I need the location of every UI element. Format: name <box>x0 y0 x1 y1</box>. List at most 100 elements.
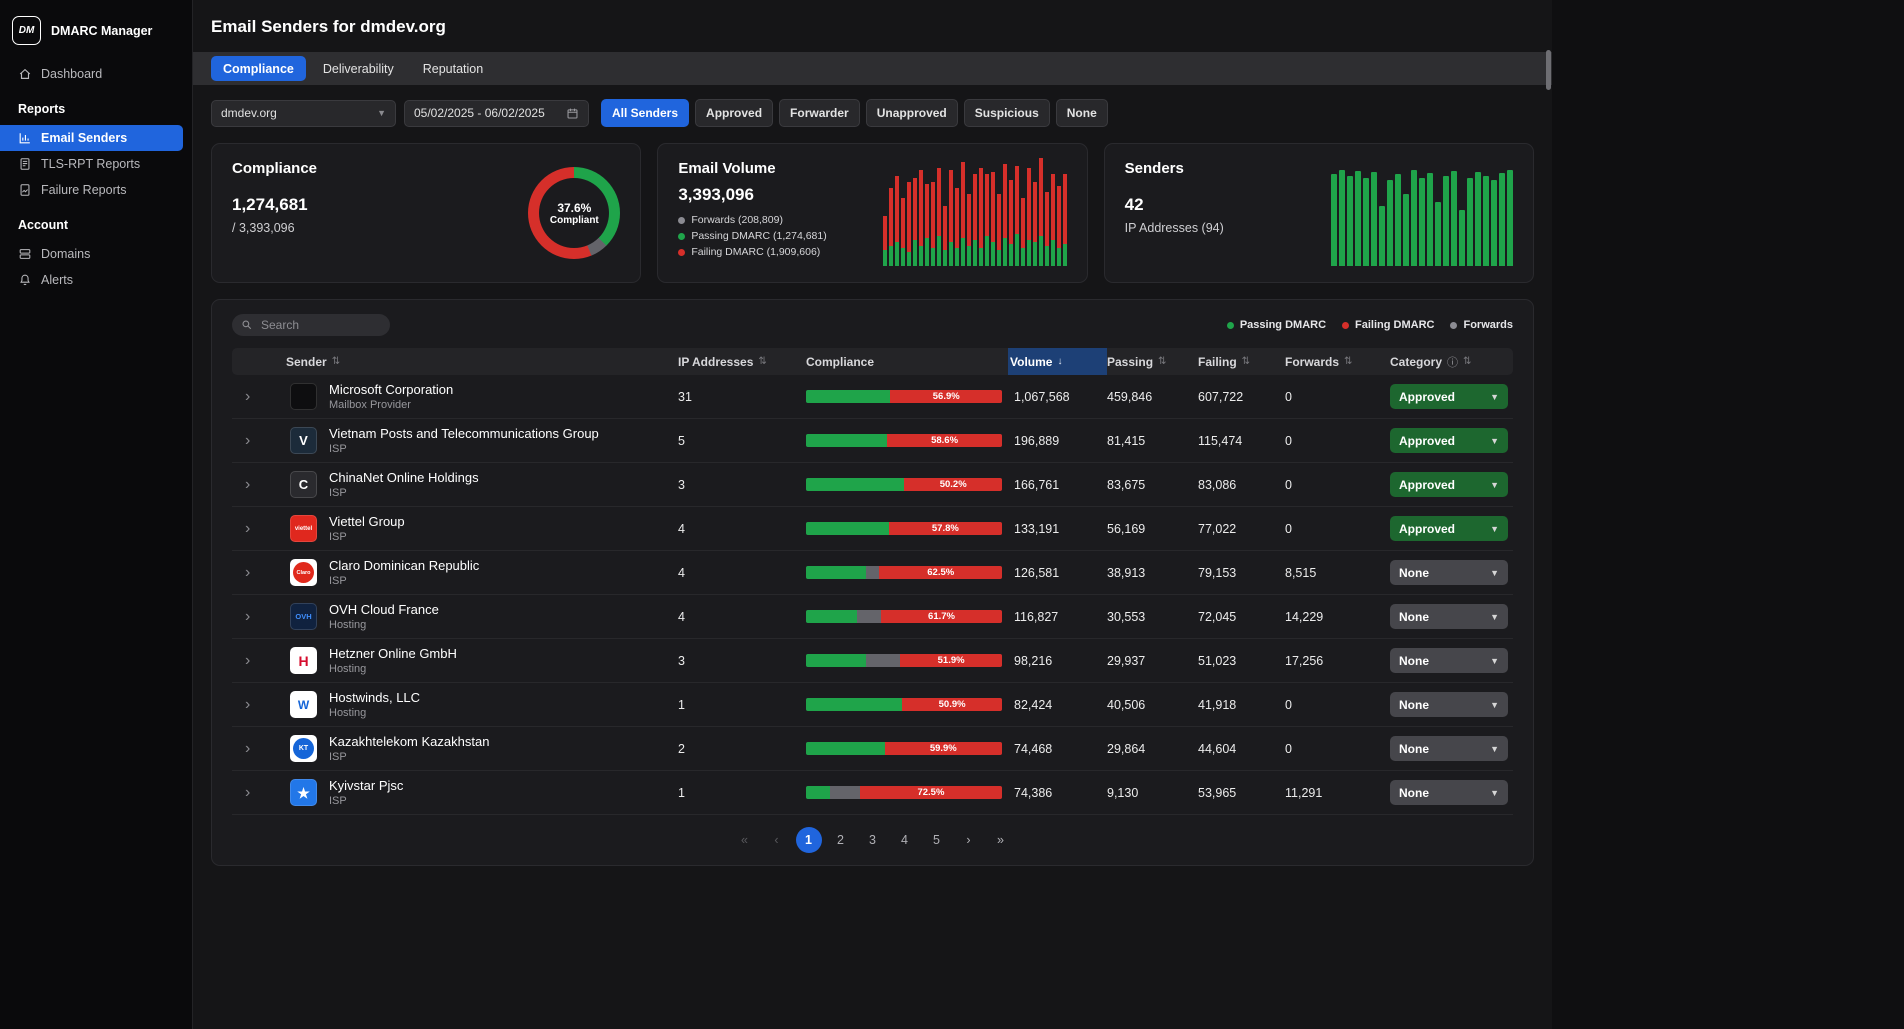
senders-bar <box>1395 174 1401 266</box>
row-expander-icon[interactable]: › <box>232 477 278 493</box>
failing-value: 72,045 <box>1198 610 1285 624</box>
sort-icon: ⇅ <box>332 356 340 367</box>
brand: DM DMARC Manager <box>0 14 192 61</box>
sender-name: Kazakhtelekom Kazakhstan <box>329 734 489 749</box>
col-failing-label: Failing <box>1198 355 1237 369</box>
row-expander-icon[interactable]: › <box>232 697 278 713</box>
pagination-page-1[interactable]: 1 <box>796 827 822 853</box>
col-failing[interactable]: Failing⇅ <box>1198 355 1285 369</box>
filter-chip-none[interactable]: None <box>1056 99 1108 127</box>
row-expander-icon[interactable]: › <box>232 389 278 405</box>
scrollbar-thumb[interactable] <box>1546 50 1551 90</box>
category-select[interactable]: Approved▼ <box>1390 472 1508 497</box>
pagination-next[interactable]: › <box>956 827 982 853</box>
table-row[interactable]: ›HHetzner Online GmbHHosting351.9%98,216… <box>232 639 1513 683</box>
col-sender[interactable]: Sender⇅ <box>278 355 678 369</box>
category-cell: None▼ <box>1390 692 1513 717</box>
category-select[interactable]: None▼ <box>1390 736 1508 761</box>
table-row[interactable]: ›CChinaNet Online HoldingsISP350.2%166,7… <box>232 463 1513 507</box>
category-cell: Approved▼ <box>1390 428 1513 453</box>
table-row[interactable]: ›KTKazakhtelekom KazakhstanISP259.9%74,4… <box>232 727 1513 771</box>
row-expander-icon[interactable]: › <box>232 785 278 801</box>
search-box[interactable] <box>232 314 390 336</box>
table-row[interactable]: ›VVietnam Posts and Telecommunications G… <box>232 419 1513 463</box>
sender-type: ISP <box>329 751 489 763</box>
compliance-card-title: Compliance <box>232 160 317 177</box>
row-expander-icon[interactable]: › <box>232 521 278 537</box>
sidebar-item-domains[interactable]: Domains <box>0 241 192 267</box>
row-expander-icon[interactable]: › <box>232 433 278 449</box>
search-input[interactable] <box>259 317 375 333</box>
filter-chip-unapproved[interactable]: Unapproved <box>866 99 958 127</box>
pagination-prev[interactable]: ‹ <box>764 827 790 853</box>
filter-chip-forwarder[interactable]: Forwarder <box>779 99 860 127</box>
chevron-down-icon: ▼ <box>1490 612 1499 622</box>
senders-value: 42 <box>1125 195 1224 215</box>
category-cell: Approved▼ <box>1390 384 1513 409</box>
tab-deliverability[interactable]: Deliverability <box>311 56 406 81</box>
sidebar-item-dashboard[interactable]: Dashboard <box>0 61 192 87</box>
table-row[interactable]: ›viettelViettel GroupISP457.8%133,19156,… <box>232 507 1513 551</box>
category-select[interactable]: Approved▼ <box>1390 516 1508 541</box>
table-row[interactable]: ›OVHOVH Cloud FranceHosting461.7%116,827… <box>232 595 1513 639</box>
category-select[interactable]: None▼ <box>1390 560 1508 585</box>
compliance-cell: 58.6% <box>806 434 1014 447</box>
pagination-first[interactable]: « <box>732 827 758 853</box>
sidebar-item-failure-reports[interactable]: Failure Reports <box>0 177 192 203</box>
sender-logo: W <box>290 691 317 718</box>
pagination-page-4[interactable]: 4 <box>892 827 918 853</box>
col-category[interactable]: Categoryⓘ⇅ <box>1390 354 1513 370</box>
filter-chip-approved[interactable]: Approved <box>695 99 773 127</box>
tab-compliance[interactable]: Compliance <box>211 56 306 81</box>
row-expander-icon[interactable]: › <box>232 741 278 757</box>
pagination-page-5[interactable]: 5 <box>924 827 950 853</box>
pagination-page-2[interactable]: 2 <box>828 827 854 853</box>
sidebar-item-tls-rpt-reports[interactable]: TLS-RPT Reports <box>0 151 192 177</box>
table-row[interactable]: ›ClaroClaro Dominican RepublicISP462.5%1… <box>232 551 1513 595</box>
pagination-last[interactable]: » <box>988 827 1014 853</box>
date-range-input[interactable]: 05/02/2025 - 06/02/2025 <box>404 100 589 127</box>
sender-cell: ★Kyivstar PjscISP <box>278 778 678 807</box>
sender-type: ISP <box>329 795 403 807</box>
domain-select-value: dmdev.org <box>221 106 277 120</box>
sidebar-item-email-senders[interactable]: Email Senders <box>0 125 183 151</box>
filter-chip-all-senders[interactable]: All Senders <box>601 99 689 127</box>
col-volume[interactable]: Volume↓ <box>1008 348 1107 375</box>
domain-select[interactable]: dmdev.org ▼ <box>211 100 396 127</box>
ip-count: 1 <box>678 698 806 712</box>
table-row[interactable]: ›★Kyivstar PjscISP172.5%74,3869,13053,96… <box>232 771 1513 815</box>
row-expander-icon[interactable]: › <box>232 609 278 625</box>
table-row[interactable]: ›Microsoft CorporationMailbox Provider31… <box>232 375 1513 419</box>
row-expander-icon[interactable]: › <box>232 653 278 669</box>
category-select[interactable]: None▼ <box>1390 604 1508 629</box>
row-expander-icon[interactable]: › <box>232 565 278 581</box>
chevron-down-icon: ▼ <box>1490 744 1499 754</box>
tab-reputation[interactable]: Reputation <box>411 56 495 81</box>
forwards-value: 0 <box>1285 742 1390 756</box>
pagination-page-3[interactable]: 3 <box>860 827 886 853</box>
passing-value: 30,553 <box>1107 610 1198 624</box>
category-select[interactable]: None▼ <box>1390 648 1508 673</box>
compliance-card: Compliance 1,274,681 / 3,393,096 37.6% C… <box>211 143 641 283</box>
sidebar-item-alerts[interactable]: Alerts <box>0 267 192 293</box>
forwards-value: 0 <box>1285 390 1390 404</box>
category-select[interactable]: None▼ <box>1390 692 1508 717</box>
filter-chip-suspicious[interactable]: Suspicious <box>964 99 1050 127</box>
senders-card-title: Senders <box>1125 160 1224 177</box>
compliance-bar: 56.9% <box>806 390 1002 403</box>
col-ip-addresses[interactable]: IP Addresses⇅ <box>678 355 806 369</box>
col-compliance[interactable]: Compliance <box>806 355 1014 369</box>
failing-percent-label: 51.9% <box>938 655 965 666</box>
category-select[interactable]: Approved▼ <box>1390 384 1508 409</box>
chevron-down-icon: ▼ <box>1490 480 1499 490</box>
chevron-down-icon: ▼ <box>377 108 386 118</box>
compliance-bar-segment <box>806 610 857 623</box>
col-passing[interactable]: Passing⇅ <box>1107 355 1198 369</box>
table-row[interactable]: ›WHostwinds, LLCHosting150.9%82,42440,50… <box>232 683 1513 727</box>
volume-value: 98,216 <box>1014 654 1107 668</box>
category-select[interactable]: None▼ <box>1390 780 1508 805</box>
info-icon[interactable]: ⓘ <box>1447 354 1458 370</box>
volume-bar <box>1063 174 1067 266</box>
col-forwards[interactable]: Forwards⇅ <box>1285 355 1390 369</box>
category-select[interactable]: Approved▼ <box>1390 428 1508 453</box>
